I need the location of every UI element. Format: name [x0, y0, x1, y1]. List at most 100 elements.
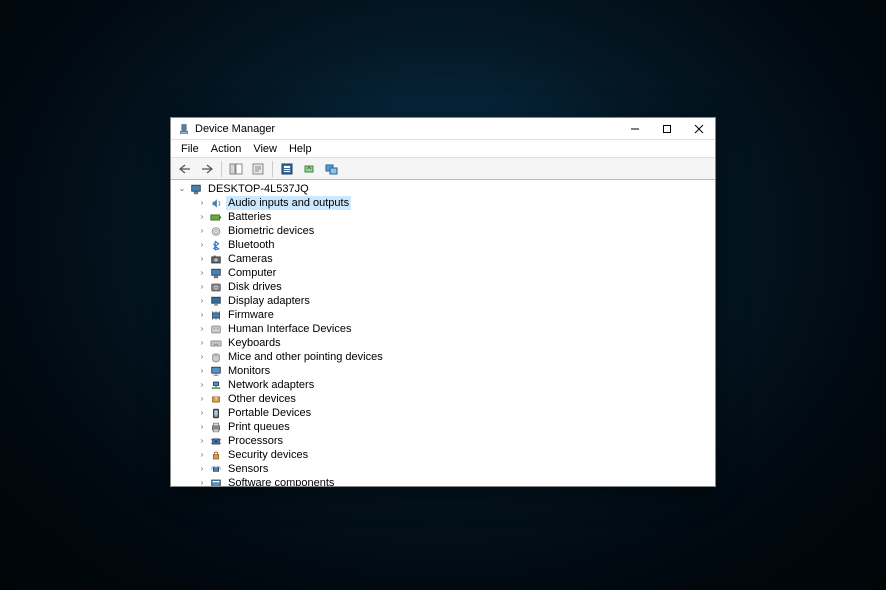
tree-item-label: Sensors: [226, 462, 270, 476]
tree-item[interactable]: › Security devices: [191, 448, 715, 462]
minimize-button[interactable]: [619, 118, 651, 139]
tree-item[interactable]: › Display adapters: [191, 294, 715, 308]
network-icon: [209, 379, 223, 391]
menu-action[interactable]: Action: [205, 142, 248, 156]
show-hide-console-button[interactable]: [226, 160, 246, 178]
tree-item[interactable]: › Human Interface Devices: [191, 322, 715, 336]
expand-icon[interactable]: ›: [197, 450, 207, 460]
forward-button[interactable]: [197, 160, 217, 178]
expand-icon[interactable]: ›: [197, 268, 207, 278]
expand-icon[interactable]: ›: [197, 254, 207, 264]
printer-icon: [209, 421, 223, 433]
expand-icon[interactable]: ›: [197, 240, 207, 250]
tree-item-label: Firmware: [226, 308, 276, 322]
tree-item[interactable]: › Mice and other pointing devices: [191, 350, 715, 364]
sensor-icon: [209, 463, 223, 475]
scan-hardware-button[interactable]: [321, 160, 341, 178]
tree-item[interactable]: › Cameras: [191, 252, 715, 266]
tree-item[interactable]: › Biometric devices: [191, 224, 715, 238]
menu-file[interactable]: File: [175, 142, 205, 156]
close-button[interactable]: [683, 118, 715, 139]
menu-view[interactable]: View: [247, 142, 283, 156]
tree-item[interactable]: › Processors: [191, 434, 715, 448]
help-button[interactable]: [248, 160, 268, 178]
tree-item-label: Monitors: [226, 364, 272, 378]
expand-icon[interactable]: ›: [197, 380, 207, 390]
tree-item-label: Computer: [226, 266, 278, 280]
tree-item[interactable]: › Other devices: [191, 392, 715, 406]
expand-icon[interactable]: ›: [197, 324, 207, 334]
tree-item-label: Processors: [226, 434, 285, 448]
tree-item-label: Human Interface Devices: [226, 322, 354, 336]
expand-icon[interactable]: ›: [197, 212, 207, 222]
tree-item-label: Biometric devices: [226, 224, 316, 238]
tree-item[interactable]: › Sensors: [191, 462, 715, 476]
tree-item[interactable]: ›Disk drives: [191, 280, 715, 294]
tree-item[interactable]: ›Portable Devices: [191, 406, 715, 420]
properties-button[interactable]: [277, 160, 297, 178]
device-tree[interactable]: ⌄ DESKTOP-4L537JQ › Audio inputs and outp…: [171, 180, 715, 486]
tree-root-node[interactable]: ⌄ DESKTOP-4L537JQ: [177, 182, 715, 196]
tree-item-label: Mice and other pointing devices: [226, 350, 385, 364]
back-button[interactable]: [175, 160, 195, 178]
collapse-icon[interactable]: ⌄: [177, 184, 187, 194]
audio-icon: [209, 197, 223, 209]
tree-item-label: Audio inputs and outputs: [226, 196, 351, 210]
tree-item[interactable]: › Software components: [191, 476, 715, 486]
update-driver-button[interactable]: [299, 160, 319, 178]
mouse-icon: [209, 351, 223, 363]
other-icon: [209, 393, 223, 405]
tree-item-label: Display adapters: [226, 294, 312, 308]
expand-icon[interactable]: ›: [197, 282, 207, 292]
expand-icon[interactable]: ›: [197, 366, 207, 376]
toolbar-separator: [272, 161, 273, 177]
menu-help[interactable]: Help: [283, 142, 318, 156]
disk-icon: [209, 281, 223, 293]
security-icon: [209, 449, 223, 461]
tree-item-label: Keyboards: [226, 336, 283, 350]
expand-icon[interactable]: ›: [197, 422, 207, 432]
expand-icon[interactable]: ›: [197, 464, 207, 474]
toolbar: [171, 158, 715, 180]
display-icon: [209, 295, 223, 307]
firmware-icon: [209, 309, 223, 321]
processor-icon: [209, 435, 223, 447]
tree-item-label: Bluetooth: [226, 238, 276, 252]
expand-icon[interactable]: ›: [197, 408, 207, 418]
device-manager-window: Device Manager File Action View Help: [170, 117, 716, 487]
tree-item-label: Security devices: [226, 448, 310, 462]
tree-item[interactable]: › Computer: [191, 266, 715, 280]
tree-item-label: Cameras: [226, 252, 275, 266]
window-controls: [619, 118, 715, 139]
computer-icon: [209, 267, 223, 279]
tree-item[interactable]: › Batteries: [191, 210, 715, 224]
keyboard-icon: [209, 337, 223, 349]
expand-icon[interactable]: ›: [197, 352, 207, 362]
titlebar: Device Manager: [171, 118, 715, 140]
tree-item[interactable]: › Keyboards: [191, 336, 715, 350]
tree-item-label: Batteries: [226, 210, 273, 224]
tree-item[interactable]: › Firmware: [191, 308, 715, 322]
camera-icon: [209, 253, 223, 265]
expand-icon[interactable]: ›: [197, 338, 207, 348]
expand-icon[interactable]: ›: [197, 310, 207, 320]
tree-item[interactable]: › Monitors: [191, 364, 715, 378]
tree-item-label: Software components: [226, 476, 336, 486]
expand-icon[interactable]: ›: [197, 436, 207, 446]
tree-item[interactable]: ›Print queues: [191, 420, 715, 434]
expand-icon[interactable]: ›: [197, 478, 207, 486]
expand-icon[interactable]: ›: [197, 198, 207, 208]
biometric-icon: [209, 225, 223, 237]
tree-item[interactable]: › Bluetooth: [191, 238, 715, 252]
expand-icon[interactable]: ›: [197, 394, 207, 404]
tree-item-label: Other devices: [226, 392, 298, 406]
tree-item[interactable]: › Audio inputs and outputs: [191, 196, 715, 210]
window-title: Device Manager: [195, 123, 619, 135]
hid-icon: [209, 323, 223, 335]
tree-item[interactable]: ›Network adapters: [191, 378, 715, 392]
maximize-button[interactable]: [651, 118, 683, 139]
monitor-icon: [209, 365, 223, 377]
expand-icon[interactable]: ›: [197, 226, 207, 236]
software-icon: [209, 477, 223, 486]
expand-icon[interactable]: ›: [197, 296, 207, 306]
